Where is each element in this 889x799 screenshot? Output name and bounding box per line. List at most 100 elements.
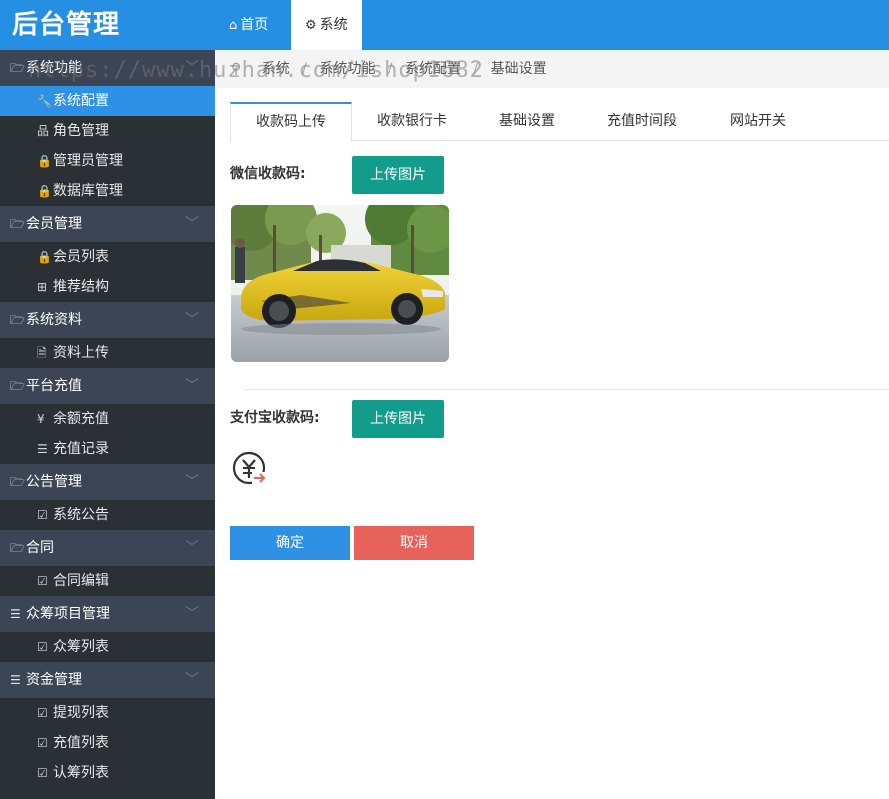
sidebar-group[interactable]: ☰ 众筹项目管理 ﹀ [0, 596, 215, 632]
form-divider [245, 389, 889, 390]
sidebar-item[interactable]: ☑ 提现列表 [0, 698, 215, 728]
folder-open-icon: 🗁 [10, 61, 25, 75]
chevron-down-icon: ﹀ [185, 216, 199, 232]
sitemap-icon: 品 [37, 124, 50, 138]
sidebar-item[interactable]: 🗎 资料上传 [0, 338, 215, 368]
sidebar-item-label: 管理员管理 [53, 153, 123, 169]
breadcrumb-item[interactable]: 系统 [262, 61, 290, 77]
sidebar-item-label: 众筹列表 [53, 639, 109, 655]
sidebar-group[interactable]: 🗁合同 ﹀ [0, 530, 215, 566]
tab-bank-card[interactable]: 收款银行卡 [352, 102, 472, 141]
sidebar-group-label: 众筹项目管理 [26, 606, 110, 622]
app-logo: 后台管理 [0, 0, 215, 50]
confirm-button[interactable]: 确定 [230, 526, 350, 560]
sidebar-item[interactable]: ⊞ 推荐结构 [0, 272, 215, 302]
sidebar-group-label: 系统功能 [26, 60, 82, 76]
settings-tabs: 收款码上传 收款银行卡 基础设置 充值时间段 网站开关 [230, 102, 889, 142]
edit-icon: ☑ [37, 706, 48, 720]
wrench-icon: 🔧 [37, 94, 52, 108]
wechat-upload-button[interactable]: 上传图片 [352, 156, 444, 194]
sidebar-item[interactable]: ☑ 合同编辑 [0, 566, 215, 596]
list-icon: ☰ [10, 607, 21, 621]
alipay-qrcode-label: 支付宝收款码: [230, 410, 320, 426]
sidebar-item[interactable]: ☑ 认筹列表 [0, 758, 215, 788]
edit-icon: ☑ [37, 508, 48, 522]
edit-icon: ☑ [37, 574, 48, 588]
breadcrumb-item[interactable]: 系统功能 [319, 61, 375, 77]
sidebar-group-label: 平台充值 [26, 378, 82, 394]
sidebar-group[interactable]: 🗁系统资料 ﹀ [0, 302, 215, 338]
chevron-down-icon: ﹀ [185, 378, 199, 394]
folder-open-icon: 🗁 [10, 475, 25, 489]
sidebar-group-label: 会员管理 [26, 216, 82, 232]
sidebar-group-label: 合同 [26, 540, 54, 556]
sidebar: 后台管理 🗁系统功能 ﹀ 🔧系统配置品角色管理 🔒管理员管理 🔒数据库管理 🗁会员管理 ﹀ 🔒… [0, 0, 215, 799]
chevron-down-icon: ﹀ [185, 312, 199, 328]
sidebar-item[interactable]: ☑ 众筹列表 [0, 632, 215, 662]
sidebar-item-label: 提现列表 [53, 705, 109, 721]
breadcrumb-item: 基础设置 [490, 61, 547, 77]
lock-icon: 🔒 [37, 184, 52, 198]
sidebar-group-label: 系统资料 [26, 312, 82, 328]
chevron-down-icon: ﹀ [185, 540, 199, 556]
location-icon: ⚲ [231, 61, 242, 77]
sidebar-group[interactable]: ☰ 资金管理 ﹀ [0, 662, 215, 698]
edit-icon: ☑ [37, 640, 48, 654]
yen-icon: ¥ [37, 412, 45, 426]
sidebar-item[interactable]: ☑ 系统公告 [0, 500, 215, 530]
alipay-upload-button[interactable]: 上传图片 [352, 400, 444, 438]
wechat-qrcode-label: 微信收款码: [230, 166, 306, 182]
topnav-home[interactable]: ⌂ 首页 [215, 0, 282, 50]
sidebar-item[interactable]: ¥ 余额充值 [0, 404, 215, 434]
sidebar-item-label: 余额充值 [53, 411, 109, 427]
sidebar-item[interactable]: 🔧系统配置 [0, 86, 215, 116]
gear-icon: ⚙ [305, 18, 317, 33]
document-icon: 🗎 [37, 346, 47, 360]
breadcrumb-item[interactable]: 系统配置 [405, 61, 461, 77]
sidebar-item[interactable]: 🔒管理员管理 [0, 146, 215, 176]
edit-icon: ☑ [37, 736, 48, 750]
top-nav: ⌂ 首页 ⚙ 系统 [215, 0, 889, 50]
tab-site-switch[interactable]: 网站开关 [702, 102, 814, 141]
sidebar-item-label: 资料上传 [53, 345, 109, 361]
chevron-down-icon: ﹀ [185, 474, 199, 490]
home-icon: ⌂ [229, 18, 238, 33]
sidebar-item[interactable]: 品角色管理 [0, 116, 215, 146]
tab-qrcode-upload[interactable]: 收款码上传 [230, 102, 352, 142]
sidebar-group-label: 资金管理 [26, 672, 82, 688]
tab-recharge-period[interactable]: 充值时间段 [582, 102, 702, 141]
car-photo [231, 205, 449, 362]
folder-open-icon: 🗁 [10, 541, 25, 555]
sidebar-group-label: 公告管理 [26, 474, 82, 490]
sidebar-item-label: 合同编辑 [53, 573, 109, 589]
sidebar-group[interactable]: 🗁公告管理 ﹀ [0, 464, 215, 500]
folder-open-icon: 🗁 [10, 313, 25, 327]
sidebar-item[interactable]: ☑ 充值列表 [0, 728, 215, 758]
sidebar-item[interactable]: 🔒会员列表 [0, 242, 215, 272]
sidebar-item[interactable]: 🔒数据库管理 [0, 176, 215, 206]
lock-icon: 🔒 [37, 250, 52, 264]
sidebar-menu: 🗁系统功能 ﹀ 🔧系统配置品角色管理 🔒管理员管理 🔒数据库管理 🗁会员管理 ﹀ 🔒会员列表 ⊞… [0, 50, 215, 788]
sidebar-item-label: 系统配置 [53, 93, 109, 109]
sidebar-group[interactable]: 🗁平台充值 ﹀ [0, 368, 215, 404]
lock-icon: 🔒 [37, 154, 52, 168]
grid-icon: ⊞ [37, 280, 48, 294]
sidebar-item-label: 数据库管理 [53, 183, 123, 199]
list-icon: ☰ [37, 442, 48, 456]
tab-basic-settings[interactable]: 基础设置 [472, 102, 582, 141]
sidebar-item-label: 充值列表 [53, 735, 109, 751]
sidebar-group[interactable]: 🗁系统功能 ﹀ [0, 50, 215, 86]
sidebar-item-label: 会员列表 [53, 249, 109, 265]
cancel-button[interactable]: 取消 [354, 526, 474, 560]
alipay-placeholder-icon [232, 451, 268, 487]
sidebar-item-label: 充值记录 [53, 441, 109, 457]
list-icon: ☰ [10, 673, 21, 687]
sidebar-item[interactable]: ☰ 充值记录 [0, 434, 215, 464]
sidebar-group[interactable]: 🗁会员管理 ﹀ [0, 206, 215, 242]
chevron-down-icon: ﹀ [185, 606, 199, 622]
folder-open-icon: 🗁 [10, 217, 25, 231]
edit-icon: ☑ [37, 766, 48, 780]
chevron-down-icon: ﹀ [185, 60, 199, 76]
topnav-system[interactable]: ⚙ 系统 [291, 0, 362, 50]
sidebar-item-label: 推荐结构 [53, 279, 109, 295]
